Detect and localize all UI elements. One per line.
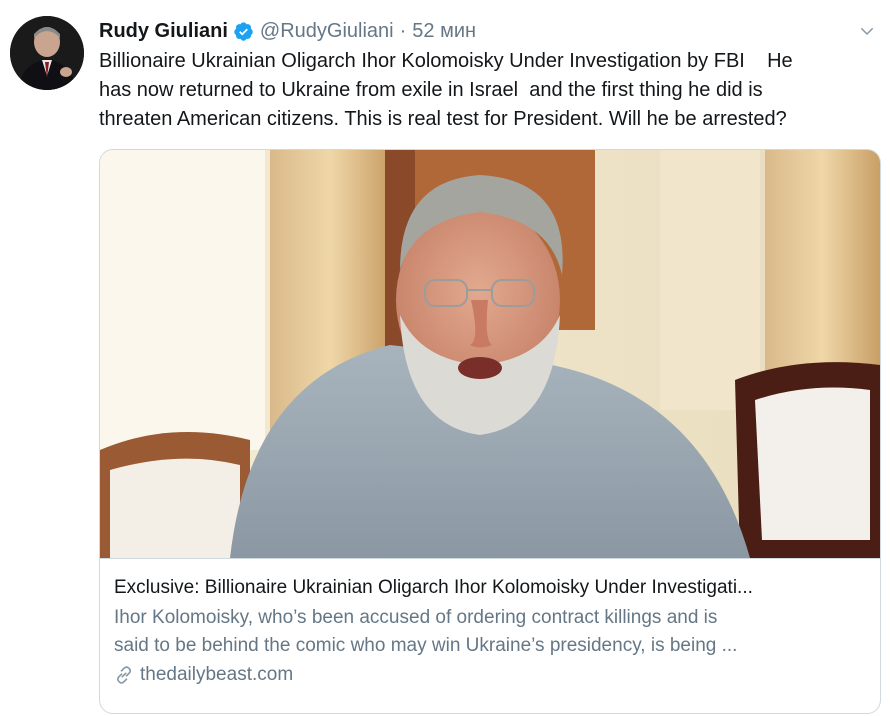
tweet-timestamp[interactable]: 52 мин [412,20,476,43]
separator-dot: · [399,19,407,42]
tweet-text: Billionaire Ukrainian Oligarch Ihor Kolo… [99,47,889,134]
author-avatar[interactable] [10,16,84,90]
card-description: Ihor Kolomoisky, who’s been accused of o… [114,604,866,660]
card-domain[interactable]: thedailybeast.com [114,664,866,686]
avatar-portrait [10,16,84,90]
card-description-line: Ihor Kolomoisky, who’s been accused of o… [114,607,718,628]
chevron-down-icon[interactable] [856,20,878,42]
tweet-header: Rudy Giuliani @RudyGiuliani · 52 мин [99,16,878,46]
card-domain-text[interactable]: thedailybeast.com [140,664,293,686]
link-preview-card[interactable]: Exclusive: Billionaire Ukrainian Oligarc… [99,149,881,714]
tweet-text-line: has now returned to Ukraine from exile i… [99,79,763,101]
author-name[interactable]: Rudy Giuliani [99,20,228,43]
card-body[interactable]: Exclusive: Billionaire Ukrainian Oligarc… [100,558,880,713]
card-description-line: said to be behind the comic who may win … [114,635,738,656]
verified-badge-icon [233,21,254,42]
tweet-text-line: Billionaire Ukrainian Oligarch Ihor Kolo… [99,50,793,72]
card-image[interactable] [100,150,880,558]
author-handle[interactable]: @RudyGiuliani [260,20,394,43]
link-icon [114,665,134,685]
tweet-text-line: threaten American citizens. This is real… [99,108,787,130]
card-title[interactable]: Exclusive: Billionaire Ukrainian Oligarc… [114,575,866,601]
